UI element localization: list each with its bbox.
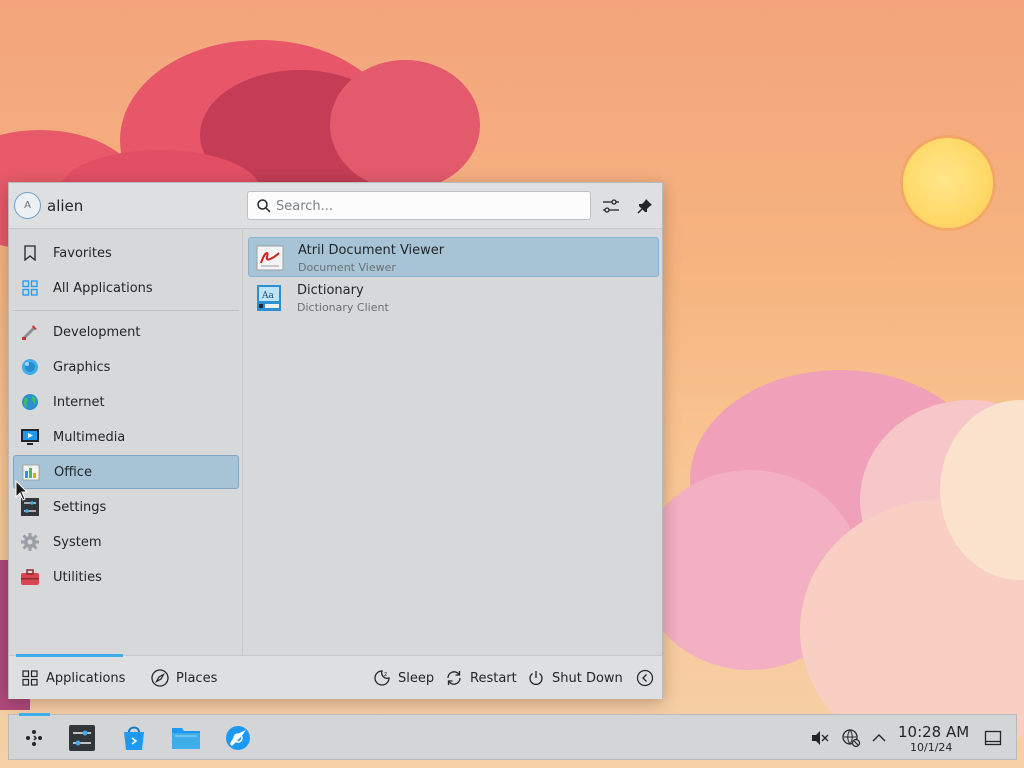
sidebar-item-development[interactable]: Development <box>13 315 239 349</box>
sleep-button[interactable]: z Sleep <box>373 656 434 700</box>
taskbar-browser[interactable] <box>221 721 255 755</box>
launcher-active-indicator <box>19 713 50 716</box>
launcher-header: A alien <box>9 183 662 229</box>
application-launcher-button[interactable] <box>17 721 51 755</box>
compass-icon <box>151 669 169 687</box>
utilities-icon <box>19 566 41 588</box>
development-icon <box>19 321 41 343</box>
search-input[interactable] <box>276 196 576 216</box>
sleep-label: Sleep <box>398 670 435 686</box>
more-actions-button[interactable] <box>636 656 661 700</box>
search-box[interactable] <box>247 191 591 220</box>
username: alien <box>47 197 84 215</box>
mouse-cursor <box>15 480 29 501</box>
wallpaper-sun <box>903 138 993 228</box>
sidebar-item-utilities[interactable]: Utilities <box>13 560 239 594</box>
sidebar-item-label: Internet <box>53 394 105 410</box>
system-icon <box>19 531 41 553</box>
grid-icon <box>19 277 41 299</box>
taskbar-discover[interactable] <box>117 721 151 755</box>
app-description: Dictionary Client <box>297 301 389 314</box>
bookmark-icon <box>19 242 41 264</box>
restart-label: Restart <box>470 670 517 686</box>
sidebar-item-label: Graphics <box>53 359 111 375</box>
sidebar-item-favorites[interactable]: Favorites <box>13 236 239 270</box>
user-avatar[interactable]: A <box>14 192 41 219</box>
dictionary-icon: Aa <box>254 283 284 313</box>
chevron-left-icon <box>636 669 654 687</box>
tab-places-label: Places <box>176 670 218 686</box>
category-sidebar: Favorites All Applications Development G… <box>9 230 243 655</box>
restart-button[interactable]: Restart <box>445 656 517 700</box>
clock-date[interactable]: 10/1/24 <box>910 741 952 754</box>
internet-icon <box>19 391 41 413</box>
app-name: Dictionary <box>297 283 364 298</box>
list-item-dictionary[interactable]: Aa Dictionary Dictionary Client <box>248 278 659 318</box>
search-icon <box>257 199 271 213</box>
sidebar-item-label: Multimedia <box>53 429 126 445</box>
folder-icon <box>172 728 200 749</box>
tab-applications[interactable]: Applications <box>21 656 125 700</box>
sidebar-item-label: Development <box>53 324 141 340</box>
sidebar-item-settings[interactable]: Settings <box>13 490 239 524</box>
tab-applications-label: Applications <box>46 670 126 686</box>
app-description: Document Viewer <box>298 261 396 274</box>
network-icon[interactable] <box>840 727 862 749</box>
sidebar-separator <box>13 310 239 311</box>
sidebar-item-label: System <box>53 534 102 550</box>
list-item-atril[interactable]: Atril Document Viewer Document Viewer <box>248 237 659 277</box>
shutdown-button[interactable]: Shut Down <box>527 656 623 700</box>
tab-places[interactable]: Places <box>151 656 217 700</box>
taskbar: 10:28 AM 10/1/24 <box>8 713 1017 760</box>
taskbar-system-settings[interactable] <box>65 721 99 755</box>
sleep-icon: z <box>373 669 391 687</box>
app-name: Atril Document Viewer <box>298 243 445 258</box>
application-list: Atril Document Viewer Document Viewer Aa… <box>244 230 664 655</box>
graphics-icon <box>19 356 41 378</box>
sidebar-item-label: Office <box>54 464 92 480</box>
taskbar-file-manager[interactable] <box>169 721 203 755</box>
browser-icon <box>226 726 250 750</box>
sidebar-item-office[interactable]: Office <box>13 455 239 489</box>
launcher-icon <box>26 730 42 746</box>
chevron-up-icon[interactable] <box>868 727 890 749</box>
clock-time[interactable]: 10:28 AM <box>898 723 969 741</box>
show-desktop-icon <box>984 730 1002 746</box>
grid-icon <box>21 669 39 687</box>
power-icon <box>527 669 545 687</box>
sidebar-item-label: Favorites <box>53 245 112 261</box>
pin-icon <box>637 199 652 214</box>
sliders-icon <box>603 199 619 213</box>
application-launcher: A alien Favorites All Applications Devel… <box>8 182 663 699</box>
sidebar-item-internet[interactable]: Internet <box>13 385 239 419</box>
sidebar-item-system[interactable]: System <box>13 525 239 559</box>
volume-muted-icon[interactable] <box>809 727 831 749</box>
svg-text:Aa: Aa <box>261 291 274 301</box>
sidebar-item-multimedia[interactable]: Multimedia <box>13 420 239 454</box>
multimedia-icon <box>19 426 41 448</box>
pin-button[interactable] <box>632 193 658 219</box>
store-icon <box>124 726 144 750</box>
svg-text:z: z <box>384 671 387 678</box>
sidebar-item-label: All Applications <box>53 280 153 296</box>
pdf-viewer-icon <box>255 243 285 273</box>
shutdown-label: Shut Down <box>552 670 623 686</box>
sidebar-item-label: Utilities <box>53 569 102 585</box>
settings-icon <box>69 725 95 751</box>
configure-button[interactable] <box>598 193 624 219</box>
sidebar-item-graphics[interactable]: Graphics <box>13 350 239 384</box>
launcher-footer: Applications Places z Sleep Restart Shut… <box>9 654 662 700</box>
sidebar-item-label: Settings <box>53 499 107 515</box>
sidebar-item-all-applications[interactable]: All Applications <box>13 271 239 305</box>
show-desktop-button[interactable] <box>982 727 1004 749</box>
restart-icon <box>445 669 463 687</box>
